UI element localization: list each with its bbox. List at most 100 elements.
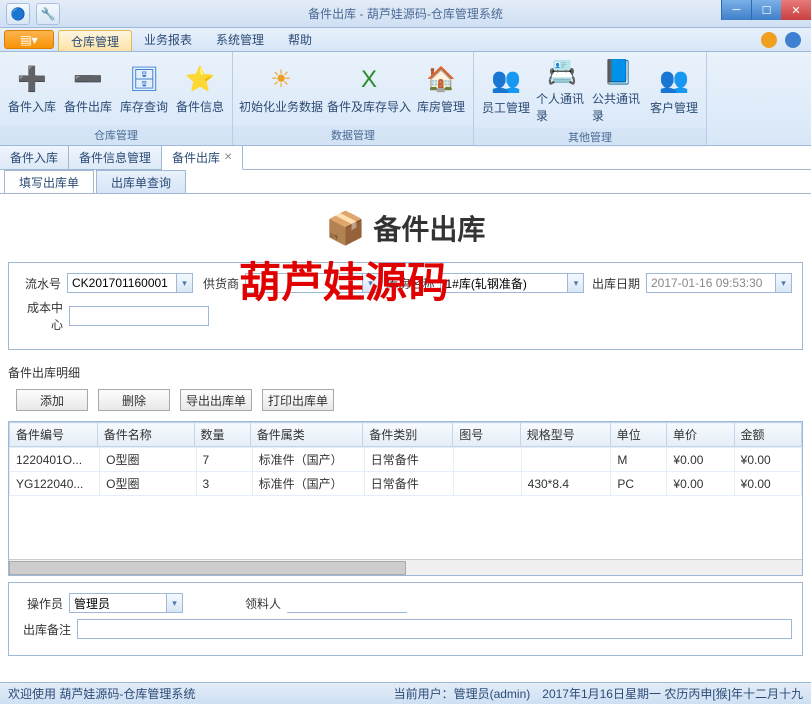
ribbon-group-2: 👥员工管理📇个人通讯录📘公共通讯录 👥 客户管理其他管理 — [474, 52, 707, 145]
column-header[interactable]: 备件名称 — [97, 423, 194, 447]
column-header[interactable]: 图号 — [453, 423, 521, 447]
column-header[interactable]: 备件编号 — [10, 423, 98, 447]
cell — [454, 472, 521, 496]
cost-input[interactable] — [69, 306, 209, 326]
ribbon-button-备件及库存导入[interactable]: X 备件及库存导入 — [325, 54, 413, 124]
ribbon-button-备件出库[interactable]: ➖ 备件出库 — [60, 54, 116, 124]
sub-tabs: 填写出库单出库单查询 — [0, 170, 811, 194]
ribbon-button-label: 客户管理 — [650, 99, 698, 116]
minimize-button[interactable]: ─ — [721, 0, 751, 20]
cell: M — [611, 448, 667, 472]
cell: ¥0.00 — [667, 472, 734, 496]
ribbon-icon: 🏠 — [425, 64, 457, 96]
ribbon-icon: ➖ — [72, 64, 104, 96]
table-row[interactable]: 1220401O...O型圈7标准件（国产）日常备件M¥0.00¥0.00 — [10, 448, 802, 472]
ribbon-group-0: ➕备件入库➖备件出库🗄库存查询⭐备件信息仓库管理 — [0, 52, 233, 145]
button-导出出库单[interactable]: 导出出库单 — [180, 389, 252, 411]
date-dropdown-button[interactable]: ▾ — [775, 274, 791, 292]
column-header[interactable]: 备件类别 — [363, 423, 453, 447]
ribbon-button-库房管理[interactable]: 🏠库房管理 — [413, 54, 469, 124]
ribbon-button-label: 备件出库 — [64, 98, 112, 115]
ribbon-button-员工管理[interactable]: 👥员工管理 — [478, 54, 534, 126]
column-header[interactable]: 金额 — [734, 423, 802, 447]
serial-input[interactable] — [68, 274, 176, 292]
info-icon[interactable] — [785, 32, 801, 48]
cell: 日常备件 — [364, 472, 454, 496]
serial-dropdown-button[interactable]: ▾ — [176, 274, 192, 292]
qat-button-1[interactable]: 🔵 — [6, 3, 30, 25]
menu-item-1[interactable]: 业务报表 — [132, 28, 204, 51]
ribbon-button-公共通讯录[interactable]: 📘公共通讯录 — [590, 54, 646, 126]
cell: 7 — [196, 448, 252, 472]
menu-item-2[interactable]: 系统管理 — [204, 28, 276, 51]
ribbon: ➕备件入库➖备件出库🗄库存查询⭐备件信息仓库管理☀初始化业务数据X备件及库存导入… — [0, 52, 811, 146]
page-header: 📦 备件出库 — [8, 194, 803, 262]
cell: 标准件（国产） — [252, 472, 364, 496]
tab-备件入库[interactable]: 备件入库 — [0, 146, 69, 169]
cell — [454, 448, 521, 472]
tab-备件出库[interactable]: 备件出库✕ — [162, 146, 243, 170]
menu-item-3[interactable]: 帮助 — [276, 28, 324, 51]
column-header[interactable]: 单位 — [610, 423, 666, 447]
title-bar: 🔵 🔧 备件出库 - 葫芦娃源码-仓库管理系统 ─ ☐ ✕ — [0, 0, 811, 28]
cell: ¥0.00 — [667, 448, 734, 472]
ribbon-group-label: 其他管理 — [474, 128, 706, 147]
picker-input[interactable] — [287, 593, 407, 613]
help-icon[interactable] — [761, 32, 777, 48]
ribbon-button-label: 备件及库存导入 — [327, 98, 411, 115]
tab-close-icon[interactable]: ✕ — [224, 152, 232, 163]
serial-label: 流水号 — [19, 275, 61, 292]
close-button[interactable]: ✕ — [781, 0, 811, 20]
warehouse-dropdown-button[interactable]: ▾ — [567, 274, 583, 292]
button-删除[interactable]: 删除 — [98, 389, 170, 411]
button-添加[interactable]: 添加 — [16, 389, 88, 411]
warehouse-input[interactable] — [441, 274, 567, 292]
cell: ¥0.00 — [734, 448, 801, 472]
column-header[interactable]: 单价 — [667, 423, 735, 447]
maximize-button[interactable]: ☐ — [751, 0, 781, 20]
picker-label: 领料人 — [237, 595, 281, 612]
date-input[interactable] — [647, 274, 775, 292]
cell: YG122040... — [10, 472, 100, 496]
ribbon-button-库存查询[interactable]: 🗄 库存查询 — [116, 54, 172, 124]
ribbon-icon: ➕ — [16, 64, 48, 96]
window-title: 备件出库 - 葫芦娃源码-仓库管理系统 — [308, 5, 503, 22]
file-menu[interactable]: ▤▾ — [4, 30, 54, 49]
operator-dropdown-button[interactable]: ▾ — [166, 594, 182, 612]
ribbon-button-初始化业务数据[interactable]: ☀ 初始化业务数据 — [237, 54, 325, 124]
qat-button-2[interactable]: 🔧 — [36, 3, 60, 25]
ribbon-button-label: 库存查询 — [120, 98, 168, 115]
menu-right-icons — [761, 28, 811, 51]
ribbon-icon: X — [353, 64, 385, 96]
remark-input[interactable] — [77, 619, 792, 639]
supplier-dropdown-button[interactable]: ▾ — [362, 274, 378, 292]
subtab-填写出库单[interactable]: 填写出库单 — [4, 170, 94, 193]
ribbon-button-备件入库[interactable]: ➕备件入库 — [4, 54, 60, 124]
ribbon-button-label: 初始化业务数据 — [239, 98, 323, 115]
ribbon-group-label: 数据管理 — [233, 126, 473, 145]
column-header[interactable]: 规格型号 — [520, 423, 610, 447]
button-打印出库单[interactable]: 打印出库单 — [262, 389, 334, 411]
ribbon-button-客户管理[interactable]: 👥 客户管理 — [646, 54, 702, 126]
column-header[interactable]: 备件属类 — [250, 423, 363, 447]
table-row[interactable]: YG122040...O型圈3标准件（国产）日常备件430*8.4PC¥0.00… — [10, 472, 802, 496]
column-header[interactable]: 数量 — [194, 423, 250, 447]
cost-label: 成本中心 — [19, 299, 63, 333]
tab-备件信息管理[interactable]: 备件信息管理 — [69, 146, 162, 169]
cell: 标准件（国产） — [252, 448, 364, 472]
ribbon-icon: ☀ — [265, 64, 297, 96]
operator-input[interactable] — [70, 594, 166, 612]
subtab-出库单查询[interactable]: 出库单查询 — [96, 170, 186, 193]
ribbon-icon: 🗄 — [128, 64, 160, 96]
ribbon-button-个人通讯录[interactable]: 📇个人通讯录 — [534, 54, 590, 126]
date-label: 出库日期 — [588, 275, 640, 292]
horizontal-scrollbar[interactable] — [9, 559, 802, 575]
cell: 3 — [196, 472, 252, 496]
header-form: 葫芦娃源码 流水号 ▾ 供货商 ▾ 库房名称 ▾ 出库日期 ▾ 成本中心 — [8, 262, 803, 350]
ribbon-button-label: 公共通讯录 — [592, 90, 644, 124]
cell: 430*8.4 — [521, 472, 611, 496]
menu-item-0[interactable]: 仓库管理 — [58, 30, 132, 51]
supplier-input[interactable] — [246, 274, 362, 292]
ribbon-button-备件信息[interactable]: ⭐备件信息 — [172, 54, 228, 124]
ribbon-icon: 👥 — [658, 65, 690, 97]
